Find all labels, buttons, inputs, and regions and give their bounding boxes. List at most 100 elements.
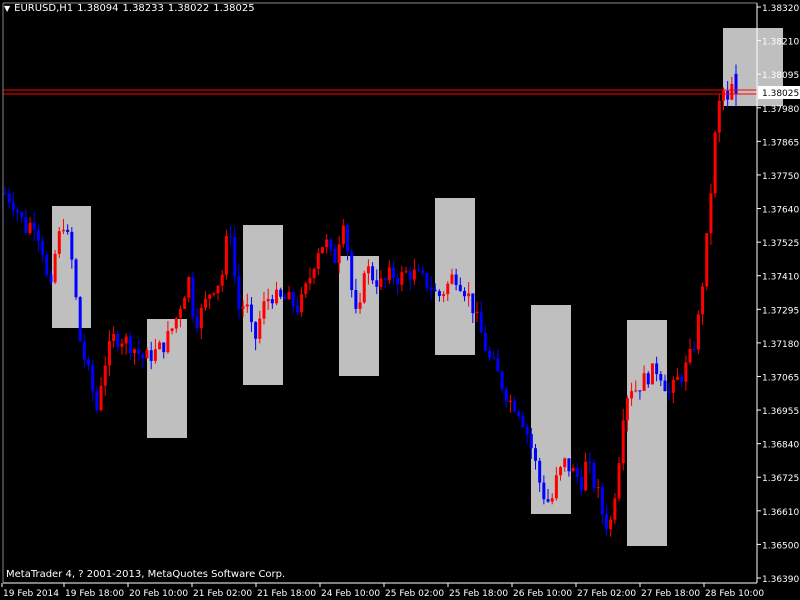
candle-body [337,244,341,264]
candle-body [341,225,345,245]
candle-body [567,458,571,472]
candle [20,211,24,224]
candle-body [412,269,416,280]
candle-body [3,193,7,195]
candle [308,267,312,291]
dropdown-triangle-icon[interactable]: ▼ [4,4,10,13]
candle [412,258,416,285]
current-price-tag: 1.38025 [758,86,800,99]
candle-body [262,301,266,319]
candle [408,266,412,291]
candle [11,192,15,218]
candle [229,225,233,245]
candle-body [233,237,237,276]
candle [141,352,145,368]
candle-body [600,487,604,515]
candle-body [366,266,370,274]
candle [579,467,583,496]
candle [379,270,383,291]
candle [617,456,621,502]
price-tag-label: 1.38025 [762,89,799,99]
candle-body [621,420,625,464]
candle-body [137,349,141,354]
candle-body [91,365,95,392]
candle [49,269,53,286]
x-tick-label: 25 Feb 02:00 [385,589,444,599]
candle [600,482,604,524]
candle-body [713,132,717,194]
candle-body [258,318,262,339]
chart-window[interactable]: 1.38320 1.38210 1.38095 1.37980 1.37865 1.377… [0,0,800,600]
candle-body [588,461,592,463]
candle-body [563,458,567,468]
candle [28,217,32,236]
candle [220,270,224,293]
candle [492,350,496,360]
candle [283,293,287,300]
x-tick-label: 19 Feb 2014 [3,589,59,599]
candle [3,186,7,195]
candle [479,300,483,333]
candle-body [726,90,730,100]
candle [233,226,237,284]
candle-body [730,83,734,100]
candle [112,326,116,348]
candle-body [291,291,295,306]
candle-body [220,274,224,286]
x-tick-label: 27 Feb 18:00 [641,589,700,599]
candle [391,260,395,285]
candle-body [483,332,487,351]
candle-body [350,251,354,291]
candle-body [320,247,324,254]
candle [387,260,391,285]
candle-body [70,231,74,260]
candle [383,277,387,289]
candle-body [467,293,471,297]
candle-body [199,307,203,329]
candle-body [254,322,258,339]
candle-body [521,415,525,428]
candle-body [107,341,111,366]
candle-body [61,229,65,232]
candle [396,273,400,295]
price-chart[interactable]: 1.38320 1.38210 1.38095 1.37980 1.37865 1.377… [0,0,800,600]
candle-body [462,290,466,297]
candle-body [734,73,738,95]
candle [671,376,675,404]
candle-body [617,463,621,499]
candle [429,276,433,300]
candle [191,271,195,322]
candle-body [7,193,11,203]
candle [513,396,517,413]
candle-body [287,291,291,300]
candle-body [74,259,78,298]
y-tick-label: 1.36610 [762,508,799,518]
candle [53,249,57,285]
candle [588,452,592,474]
y-tick-label: 1.36500 [762,541,799,551]
candle-body [479,311,483,333]
candle [295,296,299,316]
candle-body [329,239,333,249]
candle [95,386,99,414]
candle [32,211,36,242]
candle [475,301,479,322]
x-tick-label: 25 Feb 18:00 [449,589,508,599]
candle [320,246,324,254]
candle [187,276,191,303]
candle [132,348,136,365]
candle-body [241,306,245,309]
candle-body [417,269,421,271]
candle-body [709,193,713,234]
candle-body [187,277,191,298]
candle-body [28,222,32,234]
candle-body [575,468,579,477]
candle [329,238,333,254]
x-tick-label: 21 Feb 18:00 [257,589,316,599]
candle-body [195,316,199,329]
price-lines [3,89,757,95]
candle-body [705,233,709,287]
candle [613,493,617,525]
candle [362,270,366,304]
candle-body [488,350,492,358]
